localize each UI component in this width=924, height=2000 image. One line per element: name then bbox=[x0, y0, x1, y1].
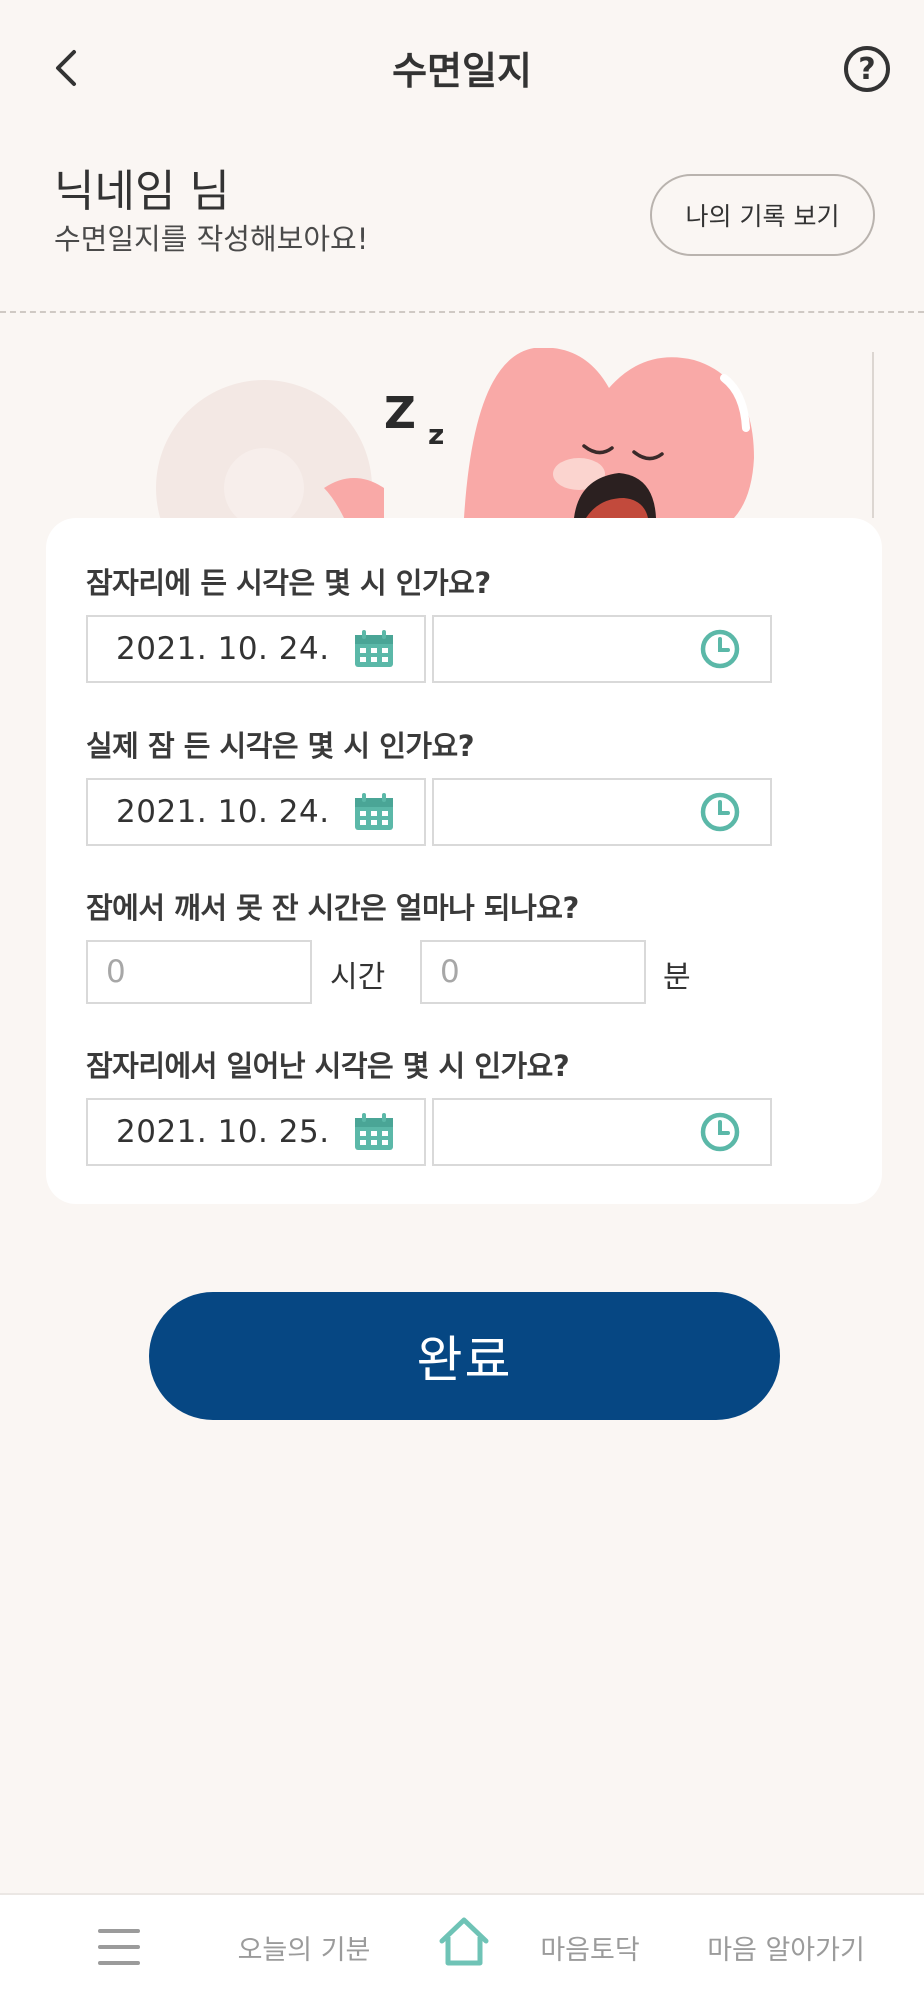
app-header: 수면일지 ? bbox=[0, 0, 924, 135]
wake-up-time-field[interactable] bbox=[432, 1098, 772, 1166]
clock-icon bbox=[698, 1110, 742, 1154]
help-button[interactable]: ? bbox=[844, 46, 890, 92]
bedtime-question: 잠자리에 든 시각은 몇 시 인가요? bbox=[86, 566, 491, 600]
hamburger-menu-icon[interactable] bbox=[98, 1929, 140, 1965]
sleep-start-date-value: 2021. 10. 24. bbox=[116, 794, 330, 830]
user-nickname: 닉네임 님 bbox=[54, 166, 230, 217]
wake-up-question: 잠자리에서 일어난 시각은 몇 시 인가요? bbox=[86, 1049, 570, 1083]
calendar-icon bbox=[352, 790, 396, 834]
nav-item-heart-comfort[interactable]: 마음토닥 bbox=[522, 1895, 658, 2000]
bedtime-time-field[interactable] bbox=[432, 615, 772, 683]
greeting-subtitle: 수면일지를 작성해보아요! bbox=[54, 222, 369, 256]
nav-item-todays-mood[interactable]: 오늘의 기분 bbox=[222, 1895, 386, 2000]
page-title: 수면일지 bbox=[392, 49, 532, 93]
bottom-navigation: 오늘의 기분 마음토닥 마음 알아가기 bbox=[0, 1893, 924, 2000]
wake-up-date-value: 2021. 10. 25. bbox=[116, 1114, 330, 1150]
awake-hours-placeholder: 0 bbox=[106, 954, 127, 990]
sleep-form-card: 잠자리에 든 시각은 몇 시 인가요? 2021. 10. 24. 실제 잠 든… bbox=[46, 518, 882, 1204]
sleep-start-time-field[interactable] bbox=[432, 778, 772, 846]
minutes-unit-label: 분 bbox=[663, 960, 691, 995]
sleeping-heart-illustration: Z z bbox=[54, 348, 874, 518]
nav-item-know-your-mind[interactable]: 마음 알아가기 bbox=[686, 1895, 886, 2000]
dashed-divider bbox=[0, 311, 924, 313]
sleep-start-question: 실제 잠 든 시각은 몇 시 인가요? bbox=[86, 729, 475, 763]
zz-text-small: z bbox=[428, 418, 445, 451]
bedtime-date-value: 2021. 10. 24. bbox=[116, 631, 330, 667]
clock-icon bbox=[698, 627, 742, 671]
clock-icon bbox=[698, 790, 742, 834]
awake-duration-question: 잠에서 깨서 못 잔 시간은 얼마나 되나요? bbox=[86, 891, 579, 925]
calendar-icon bbox=[352, 627, 396, 671]
sleep-diary-screen: 수면일지 ? 닉네임 님 수면일지를 작성해보아요! 나의 기록 보기 Z z … bbox=[0, 0, 924, 2000]
illustration-edge-line bbox=[872, 352, 874, 518]
sleep-start-date-field[interactable]: 2021. 10. 24. bbox=[86, 778, 426, 846]
awake-minutes-placeholder: 0 bbox=[440, 954, 461, 990]
home-icon[interactable] bbox=[438, 1915, 490, 1971]
bedtime-date-field[interactable]: 2021. 10. 24. bbox=[86, 615, 426, 683]
wake-up-date-field[interactable]: 2021. 10. 25. bbox=[86, 1098, 426, 1166]
zz-text-big: Z bbox=[384, 388, 416, 439]
hours-unit-label: 시간 bbox=[330, 960, 386, 995]
complete-button[interactable]: 완료 bbox=[149, 1292, 780, 1420]
awake-hours-input[interactable]: 0 bbox=[86, 940, 312, 1004]
view-my-records-button[interactable]: 나의 기록 보기 bbox=[650, 174, 875, 256]
awake-minutes-input[interactable]: 0 bbox=[420, 940, 646, 1004]
question-icon: ? bbox=[858, 51, 876, 87]
calendar-icon bbox=[352, 1110, 396, 1154]
